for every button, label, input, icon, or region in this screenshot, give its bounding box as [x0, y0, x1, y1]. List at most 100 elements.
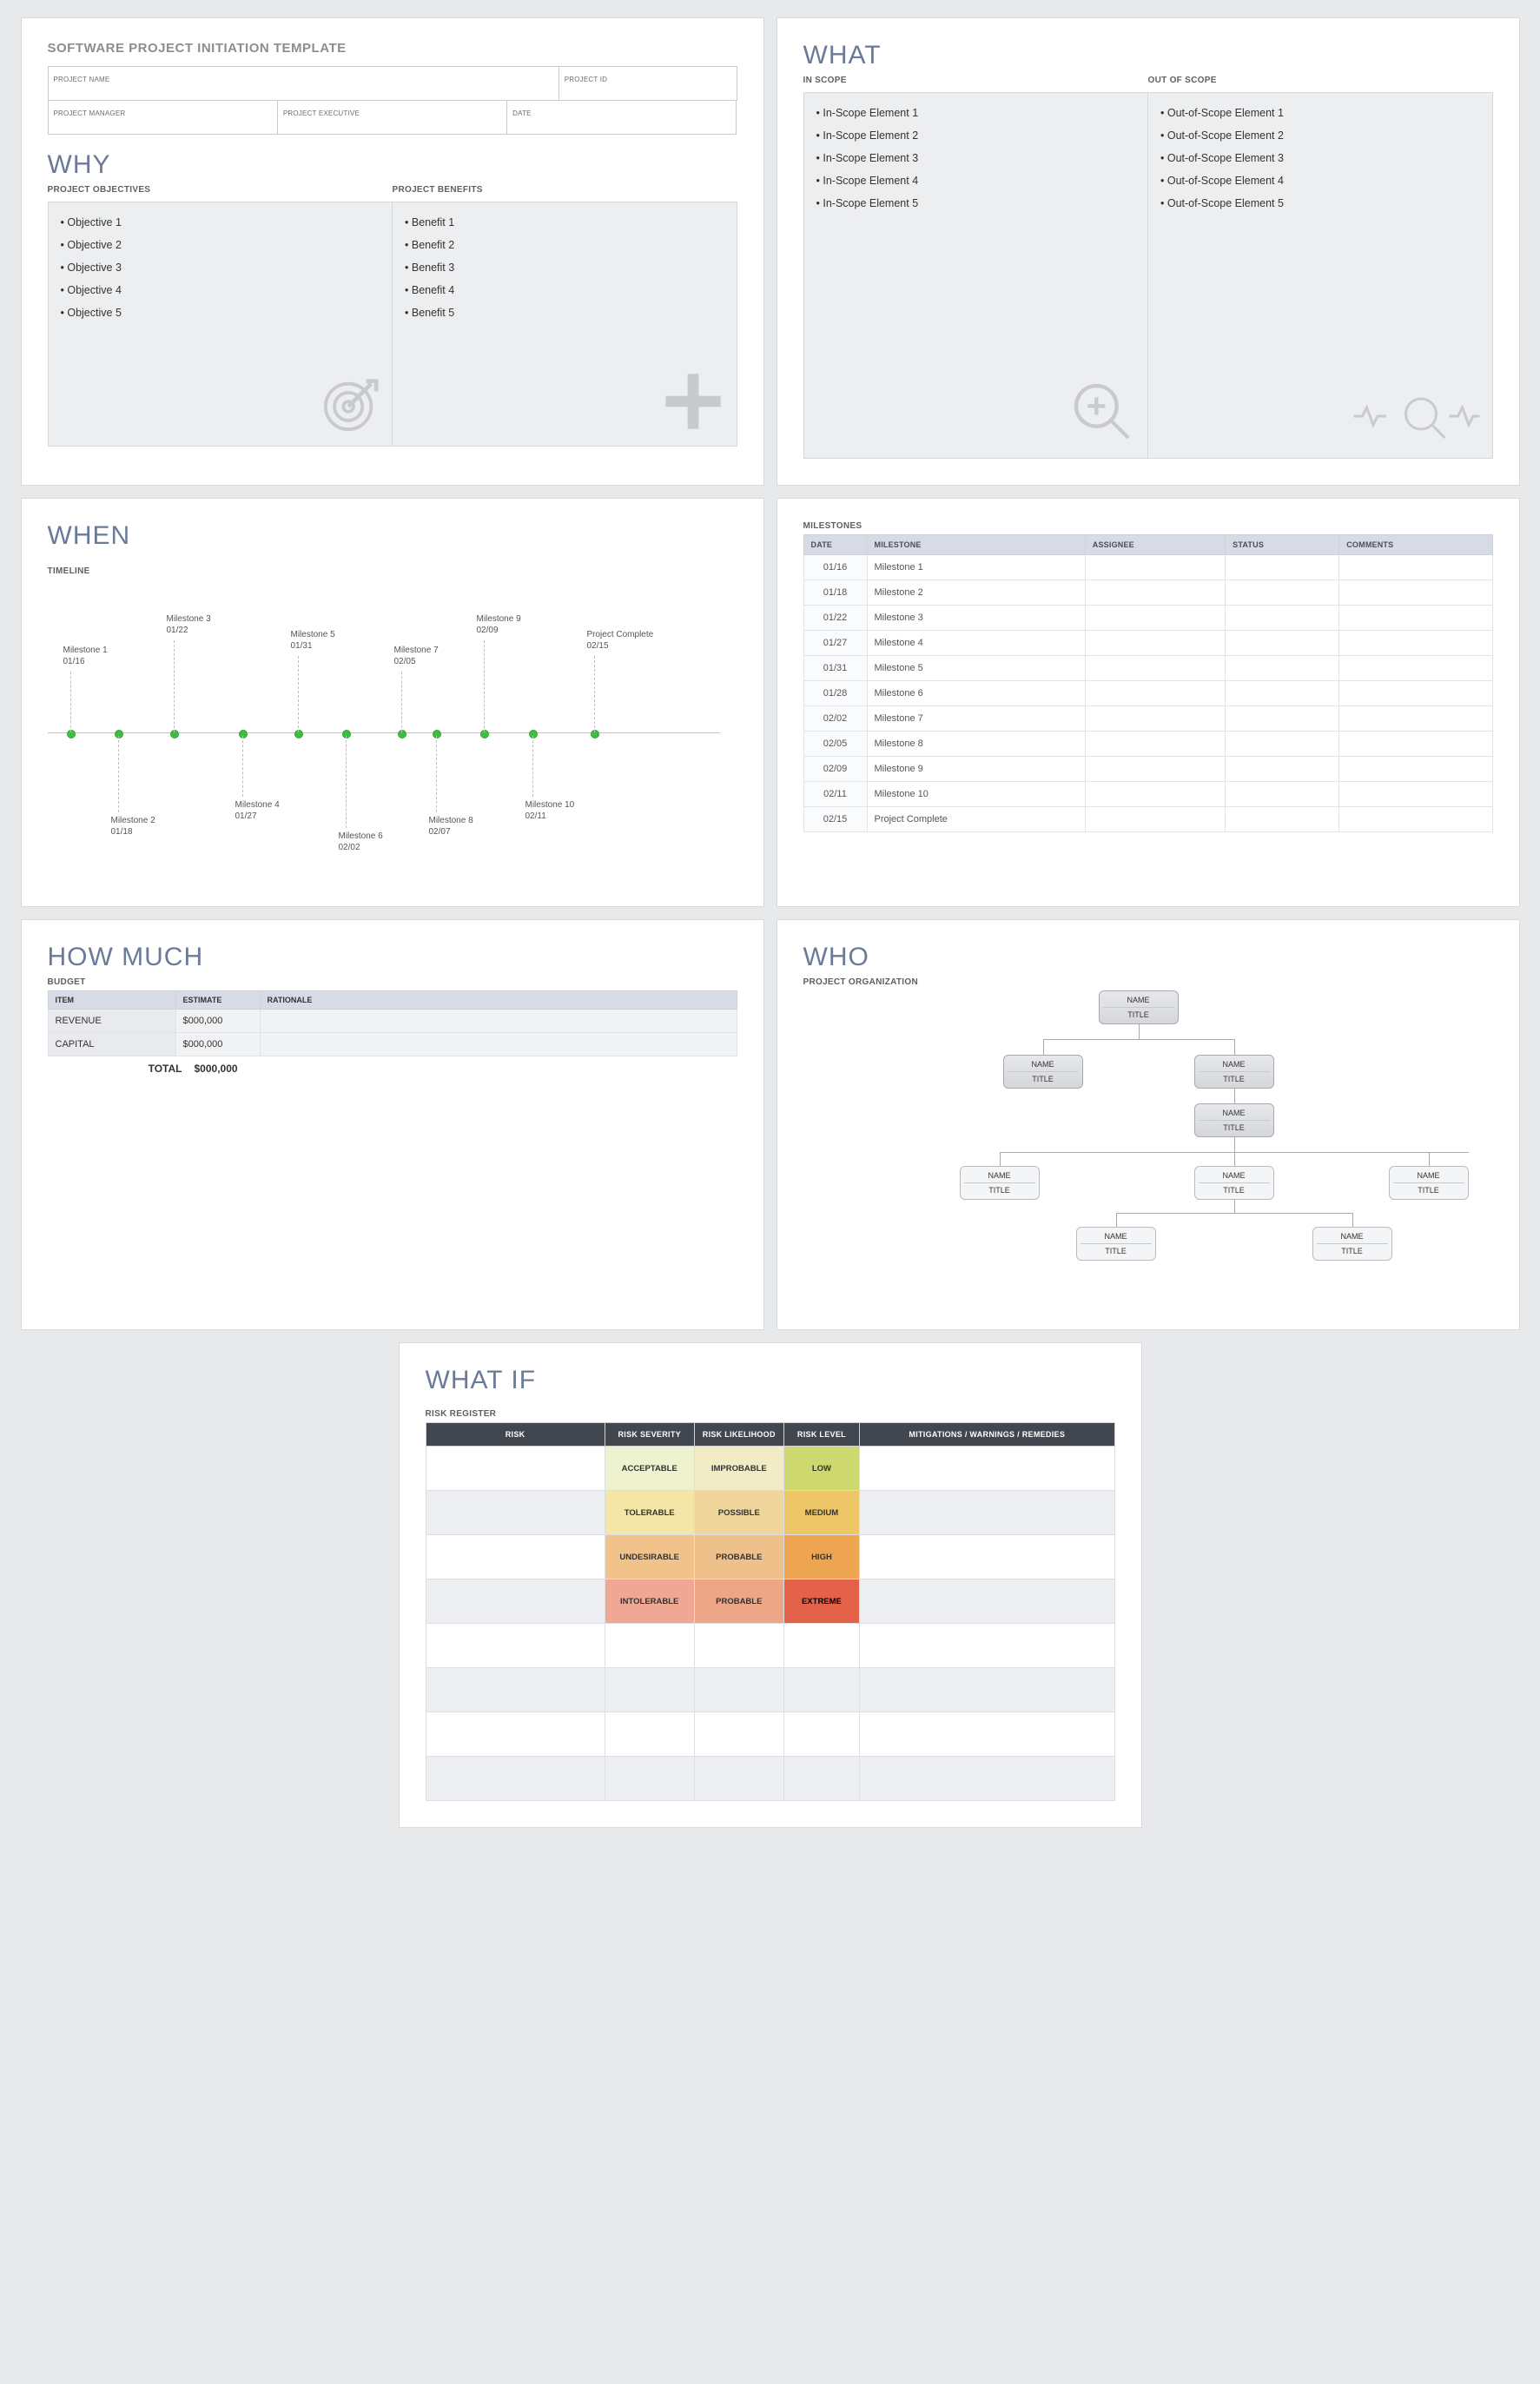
timeline-dot: [115, 730, 123, 738]
th-status: STATUS: [1226, 535, 1339, 555]
in-scope-label: IN SCOPE: [803, 76, 1148, 85]
card-who: WHO PROJECT ORGANIZATION NAMETITLENAMETI…: [777, 919, 1520, 1330]
list-item: In-Scope Element 5: [816, 197, 1136, 209]
list-item: Out-of-Scope Element 1: [1160, 107, 1480, 119]
table-row: [426, 1624, 1114, 1668]
org-node: NAMETITLE: [1194, 1055, 1274, 1089]
org-chart: NAMETITLE NAMETITLE NAMETITLE NAMETITLE NAME…: [803, 990, 1493, 1303]
card-why: SOFTWARE PROJECT INITIATION TEMPLATE PRO…: [21, 17, 764, 486]
table-row: 02/09Milestone 9: [803, 757, 1492, 782]
risk-label: RISK REGISTER: [426, 1409, 1115, 1419]
timeline-dot: [170, 730, 179, 738]
benefits-label: PROJECT BENEFITS: [393, 185, 737, 195]
objectives-panel: Objective 1 Objective 2 Objective 3 Objecti…: [48, 202, 393, 447]
list-item: Benefit 2: [405, 239, 724, 251]
table-row: [426, 1757, 1114, 1801]
table-row: CAPITAL$000,000: [48, 1033, 737, 1056]
field-project-manager[interactable]: PROJECT MANAGER: [48, 100, 278, 135]
th-assignee: ASSIGNEE: [1085, 535, 1225, 555]
budget-label: BUDGET: [48, 977, 737, 987]
list-item: In-Scope Element 1: [816, 107, 1136, 119]
org-node: NAMETITLE: [1312, 1227, 1392, 1261]
list-item: Objective 5: [61, 307, 380, 319]
timeline-label: Milestone 101/16: [63, 646, 142, 666]
budget-table: ITEM ESTIMATE RATIONALE REVENUE$000,000C…: [48, 990, 737, 1056]
who-heading: WHO: [803, 943, 1493, 972]
th-milestone: MILESTONE: [867, 535, 1085, 555]
list-item: In-Scope Element 2: [816, 129, 1136, 142]
list-item: Out-of-Scope Element 4: [1160, 175, 1480, 187]
timeline-dot: [67, 730, 76, 738]
th-comments: COMMENTS: [1339, 535, 1492, 555]
doc-title: SOFTWARE PROJECT INITIATION TEMPLATE: [48, 41, 737, 56]
list-item: In-Scope Element 3: [816, 152, 1136, 164]
org-label: PROJECT ORGANIZATION: [803, 977, 1493, 987]
timeline-label: Milestone 1002/11: [525, 800, 604, 821]
list-item: Out-of-Scope Element 3: [1160, 152, 1480, 164]
timeline-label: Project Complete02/15: [587, 630, 665, 651]
list-item: Objective 2: [61, 239, 380, 251]
timeline-dot: [480, 730, 489, 738]
table-row: UNDESIRABLEPROBABLEHIGH: [426, 1535, 1114, 1579]
th-date: DATE: [803, 535, 867, 555]
list-item: Objective 1: [61, 216, 380, 228]
table-row: 01/31Milestone 5: [803, 656, 1492, 681]
table-row: 02/11Milestone 10: [803, 782, 1492, 807]
table-row: [426, 1712, 1114, 1757]
org-node: NAMETITLE: [960, 1166, 1040, 1200]
card-howmuch: HOW MUCH BUDGET ITEM ESTIMATE RATIONALE …: [21, 919, 764, 1330]
table-row: 01/18Milestone 2: [803, 580, 1492, 606]
list-item: Objective 4: [61, 284, 380, 296]
table-row: REVENUE$000,000: [48, 1010, 737, 1033]
card-whatif: WHAT IF RISK REGISTER RISK RISK SEVERITY…: [399, 1342, 1142, 1828]
whatif-heading: WHAT IF: [426, 1366, 1115, 1395]
list-item: Benefit 4: [405, 284, 724, 296]
list-item: Objective 3: [61, 262, 380, 274]
card-when: WHEN TIMELINE Milestone 101/16Milestone …: [21, 498, 764, 907]
table-row: INTOLERABLEPROBABLEEXTREME: [426, 1579, 1114, 1624]
out-scope-panel: Out-of-Scope Element 1 Out-of-Scope Eleme…: [1147, 92, 1493, 459]
timeline-dot: [294, 730, 303, 738]
table-row: 02/02Milestone 7: [803, 706, 1492, 732]
table-row: 01/28Milestone 6: [803, 681, 1492, 706]
budget-total: TOTAL $000,000: [48, 1056, 737, 1075]
table-row: TOLERABLEPOSSIBLEMEDIUM: [426, 1491, 1114, 1535]
timeline-label: TIMELINE: [48, 566, 737, 576]
table-row: 01/16Milestone 1: [803, 555, 1492, 580]
timeline-dot: [239, 730, 248, 738]
why-heading: WHY: [48, 150, 737, 180]
field-project-id[interactable]: PROJECT ID: [559, 66, 737, 101]
timeline-dot: [591, 730, 599, 738]
list-item: Out-of-Scope Element 2: [1160, 129, 1480, 142]
risk-table: RISK RISK SEVERITY RISK LIKELIHOOD RISK …: [426, 1422, 1115, 1801]
table-row: 01/27Milestone 4: [803, 631, 1492, 656]
field-project-name[interactable]: PROJECT NAME: [48, 66, 559, 101]
table-row: 01/22Milestone 3: [803, 606, 1492, 631]
timeline-chart: Milestone 101/16Milestone 201/18Mileston…: [48, 585, 737, 880]
org-node: NAMETITLE: [1194, 1166, 1274, 1200]
table-row: 02/05Milestone 8: [803, 732, 1492, 757]
timeline-label: Milestone 702/05: [394, 646, 473, 666]
card-what: WHAT IN SCOPE OUT OF SCOPE In-Scope Elem…: [777, 17, 1520, 486]
timeline-label: Milestone 401/27: [235, 800, 314, 821]
magnifier-in-icon: [1067, 377, 1137, 451]
timeline-label: Milestone 602/02: [339, 831, 417, 852]
table-row: 02/15Project Complete: [803, 807, 1492, 832]
when-heading: WHEN: [48, 521, 737, 551]
timeline-dot: [342, 730, 351, 738]
milestones-table: DATE MILESTONE ASSIGNEE STATUS COMMENTS …: [803, 534, 1493, 832]
magnifier-pulse-icon: [1352, 386, 1482, 451]
objectives-label: PROJECT OBJECTIVES: [48, 185, 393, 195]
target-icon: [321, 374, 381, 439]
org-node: NAMETITLE: [1194, 1103, 1274, 1137]
table-row: ACCEPTABLEIMPROBABLELOW: [426, 1447, 1114, 1491]
card-milestones: MILESTONES DATE MILESTONE ASSIGNEE STATU…: [777, 498, 1520, 907]
list-item: Benefit 5: [405, 307, 724, 319]
timeline-label: Milestone 802/07: [429, 816, 507, 837]
field-project-executive[interactable]: PROJECT EXECUTIVE: [278, 100, 507, 135]
plus-icon: [660, 368, 726, 439]
list-item: Benefit 1: [405, 216, 724, 228]
in-scope-panel: In-Scope Element 1 In-Scope Element 2 In-S…: [803, 92, 1148, 459]
field-date[interactable]: DATE: [507, 100, 737, 135]
org-node: NAMETITLE: [1076, 1227, 1156, 1261]
